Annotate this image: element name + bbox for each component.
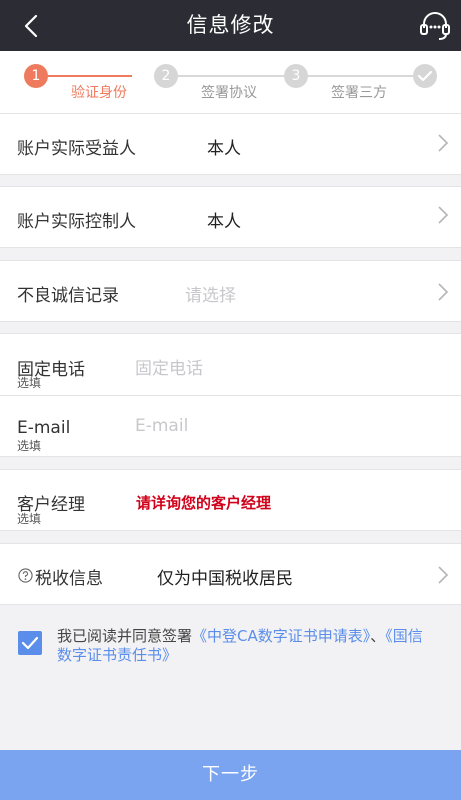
controller-value: 本人 — [207, 212, 241, 232]
email-optional-hint: 选填 — [17, 439, 42, 453]
tax-info-value: 仅为中国税收居民 — [157, 569, 293, 589]
phone-input[interactable]: 固定电话 — [135, 354, 203, 379]
tax-info-label: 税收信息 — [35, 569, 103, 589]
controller-label: 账户实际控制人 — [17, 212, 136, 232]
page-title: 信息修改 — [186, 13, 275, 37]
step-connector-3 — [308, 75, 413, 77]
customer-service-headset-icon[interactable] — [417, 8, 453, 44]
manager-row: 客户经理 选填 请详询您的客户经理 — [0, 469, 461, 531]
controller-row[interactable]: 账户实际控制人 本人 — [0, 186, 461, 248]
step-1-dot: 1 — [24, 64, 48, 88]
contact-group: 固定电话 选填 固定电话 E-mail 选填 E-mail — [0, 333, 461, 457]
agreement-checkbox[interactable] — [18, 631, 42, 655]
agreement-separator: 、 — [370, 627, 386, 645]
credit-record-label: 不良诚信记录 — [17, 286, 119, 306]
beneficiary-row[interactable]: 账户实际受益人 本人 — [0, 113, 461, 175]
step-2-label: 签署协议 — [201, 85, 257, 101]
step-2-dot: 2 — [154, 64, 178, 88]
row-divider — [0, 395, 461, 396]
beneficiary-label: 账户实际受益人 — [17, 139, 136, 159]
agreement-text: 我已阅读并同意签署《中登CA数字证书申请表》、《国信数字证书责任书》 — [57, 627, 437, 665]
manager-notice: 请详询您的客户经理 — [136, 494, 272, 512]
credit-record-row[interactable]: 不良诚信记录 请选择 — [0, 260, 461, 322]
progress-steps: 1 2 3 验证身份 签署协议 签署三方 — [0, 51, 461, 113]
chevron-right-icon — [438, 134, 449, 152]
step-1-label: 验证身份 — [71, 85, 127, 101]
email-label: E-mail — [17, 418, 71, 438]
checkmark-icon — [21, 636, 39, 650]
beneficiary-value: 本人 — [207, 139, 241, 159]
phone-optional-hint: 选填 — [17, 376, 42, 390]
chevron-right-icon — [438, 206, 449, 224]
agreement-prefix: 我已阅读并同意签署 — [57, 627, 193, 645]
next-step-button[interactable]: 下一步 — [0, 750, 461, 800]
step-3-dot: 3 — [284, 64, 308, 88]
agreement-section: 我已阅读并同意签署《中登CA数字证书申请表》、《国信数字证书责任书》 — [0, 604, 461, 749]
manager-optional-hint: 选填 — [17, 512, 42, 526]
chevron-right-icon — [438, 283, 449, 301]
step-connector-1 — [48, 75, 132, 77]
step-3-label: 签署三方 — [331, 85, 387, 101]
tax-info-row[interactable]: 税收信息 仅为中国税收居民 — [0, 543, 461, 605]
email-input[interactable]: E-mail — [135, 416, 188, 436]
app-header: 信息修改 — [0, 0, 461, 51]
ca-certificate-application-link[interactable]: 《中登CA数字证书申请表》 — [192, 627, 370, 645]
question-circle-icon[interactable] — [18, 568, 33, 583]
credit-record-select[interactable]: 请选择 — [185, 281, 236, 306]
step-complete-check-icon — [413, 64, 437, 88]
chevron-right-icon — [438, 566, 449, 584]
step-connector-2 — [178, 75, 284, 77]
